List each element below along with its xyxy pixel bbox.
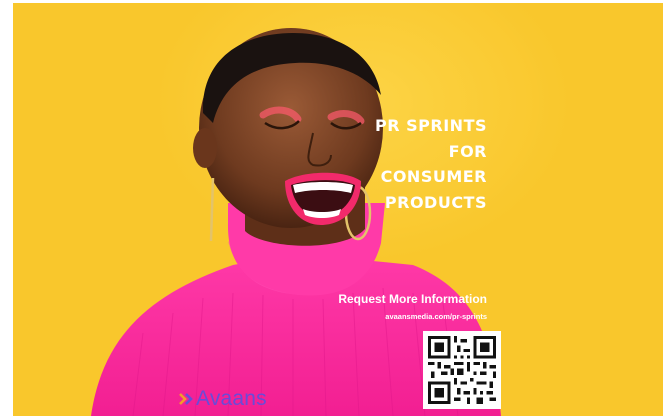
double-chevron-icon (179, 393, 193, 405)
headline: PR SPRINTS FOR CONSUMER PRODUCTS (327, 113, 487, 215)
cta-url[interactable]: avaansmedia.com/pr-sprints (385, 312, 487, 321)
qr-code[interactable] (423, 331, 501, 409)
cta-title[interactable]: Request More Information (338, 292, 487, 306)
avaans-logo[interactable]: Avaans (179, 386, 267, 412)
ad-poster[interactable]: PR SPRINTS FOR CONSUMER PRODUCTS Request… (13, 3, 663, 416)
headline-line-4: PRODUCTS (384, 192, 487, 212)
headline-line-2: FOR (448, 141, 487, 161)
headline-line-3: CONSUMER (380, 167, 487, 186)
logo-wordmark: Avaans (196, 387, 267, 410)
page-frame: PR SPRINTS FOR CONSUMER PRODUCTS Request… (0, 0, 665, 416)
headline-line-1: PR SPRINTS (375, 116, 487, 135)
qr-code-icon (428, 336, 496, 404)
